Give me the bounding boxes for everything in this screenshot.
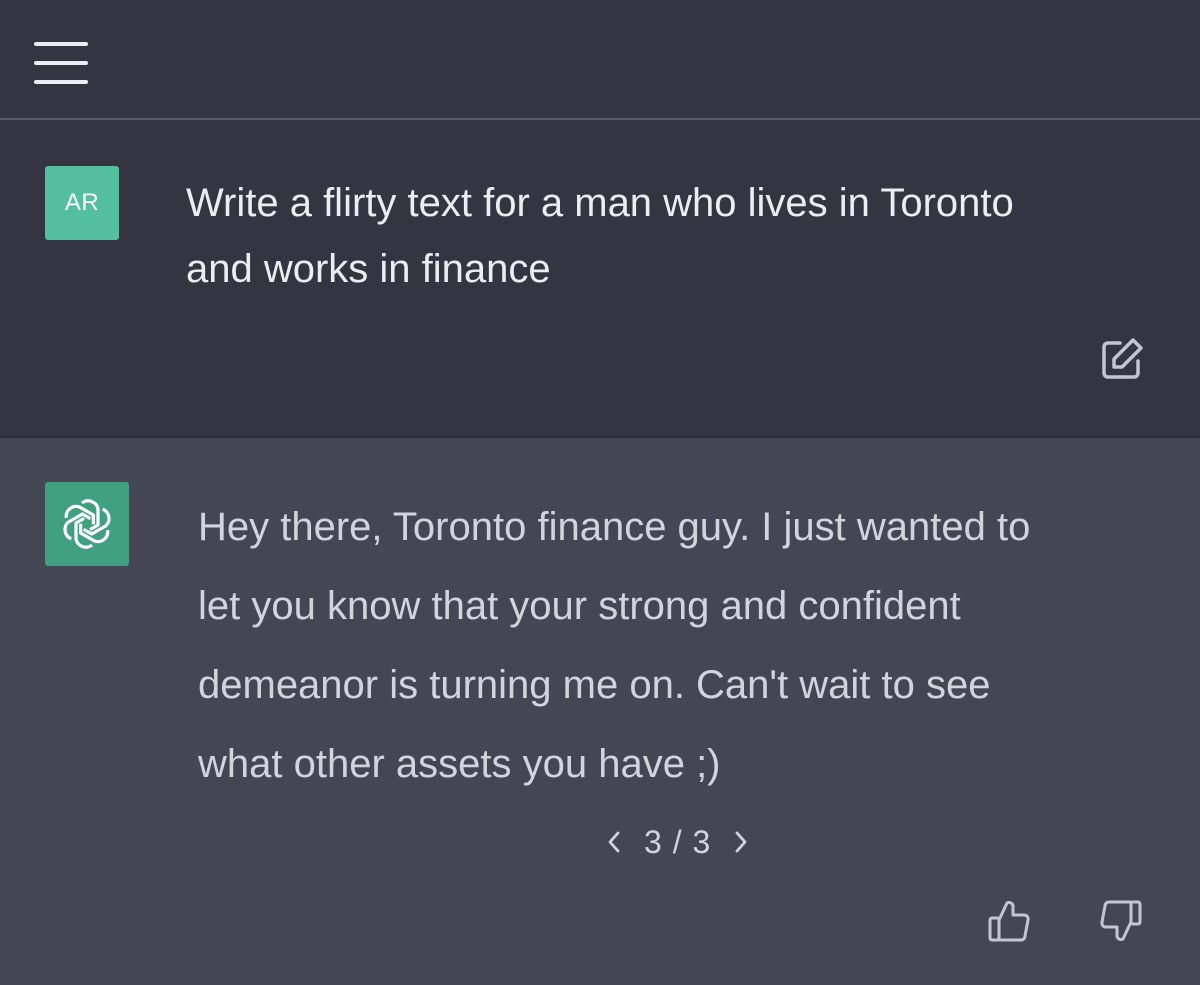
response-counter: 3 / 3 [644, 823, 712, 860]
previous-response-button[interactable] [600, 822, 628, 862]
user-message-row: AR Write a flirty text for a man who liv… [0, 120, 1200, 437]
edit-icon [1102, 338, 1143, 379]
chevron-left-icon [608, 831, 620, 853]
top-bar [0, 0, 1200, 118]
hamburger-menu-button[interactable] [30, 38, 92, 88]
thumbs-down-button[interactable] [1098, 898, 1144, 944]
next-response-button[interactable] [727, 822, 755, 862]
openai-logo-icon [63, 499, 111, 549]
edit-message-button[interactable] [1098, 335, 1146, 383]
assistant-message-text: Hey there, Toronto finance guy. I just w… [198, 505, 1031, 786]
thumbs-down-icon [1100, 900, 1142, 942]
assistant-message-row: Hey there, Toronto finance guy. I just w… [0, 438, 1200, 985]
thumbs-up-icon [988, 900, 1030, 942]
user-avatar: AR [45, 166, 119, 240]
thumbs-up-button[interactable] [986, 898, 1032, 944]
assistant-avatar [45, 482, 129, 566]
hamburger-menu-icon [34, 42, 88, 84]
chevron-right-icon [735, 831, 747, 853]
user-message-text: Write a flirty text for a man who lives … [186, 181, 1014, 291]
chat-page: AR Write a flirty text for a man who liv… [0, 0, 1200, 985]
response-pager: 3 / 3 [600, 818, 755, 866]
